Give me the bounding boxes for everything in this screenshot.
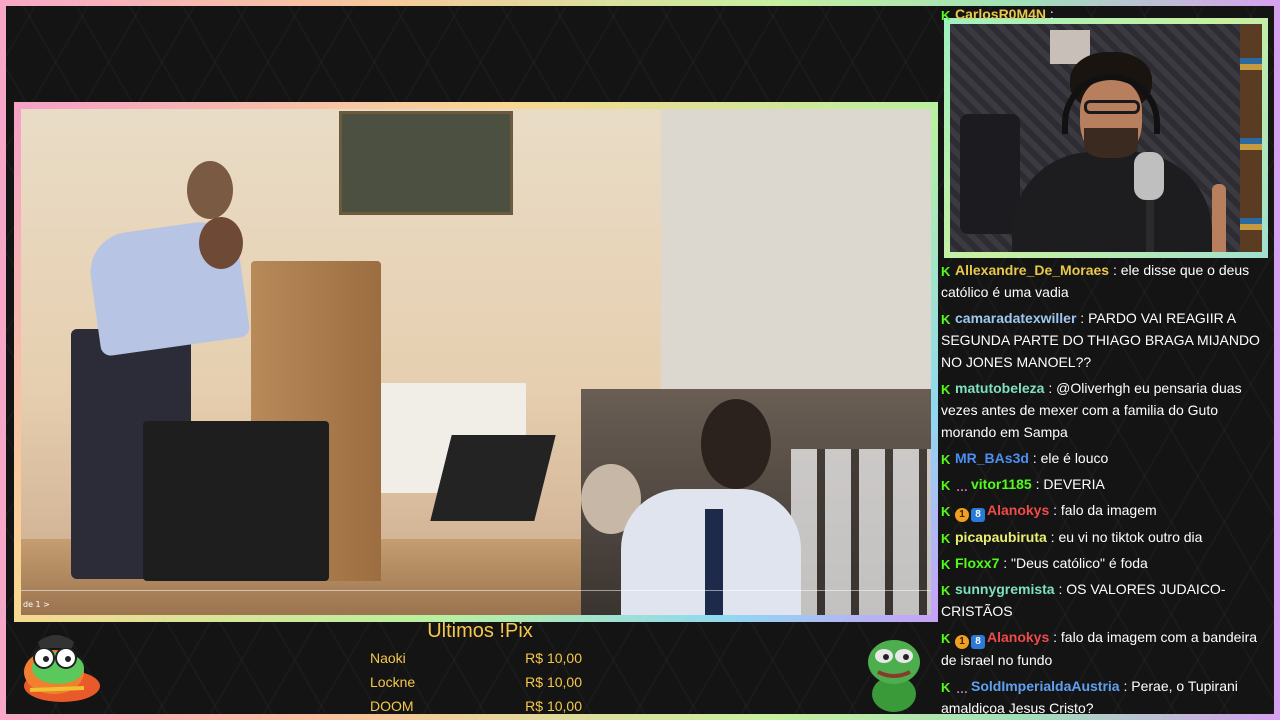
chat-username[interactable]: Alanokys xyxy=(987,629,1049,645)
video-person-hair xyxy=(701,399,771,489)
kick-badge-icon: K xyxy=(941,382,951,397)
chat-username[interactable]: SoldImperialdaAustria xyxy=(971,678,1120,694)
chat-message: Ksunnygremista : OS VALORES JUDAICO-CRIS… xyxy=(941,578,1273,622)
dots-badge-icon: … xyxy=(956,682,968,696)
video-speaker xyxy=(143,421,329,581)
dots-badge-icon: … xyxy=(956,480,968,494)
chat-username[interactable]: CarlosR0M4N xyxy=(955,6,1046,22)
kick-badge-icon: K xyxy=(941,312,951,327)
chat-username[interactable]: sunnygremista xyxy=(955,581,1055,597)
pix-donor: Lockne xyxy=(370,674,416,690)
chat-message: K Allexandre_De_Moraes : ele disse que o … xyxy=(941,259,1273,303)
webcam-feed xyxy=(950,24,1262,252)
video-player[interactable]: de 1 > xyxy=(21,109,931,615)
chat-username[interactable]: Floxx7 xyxy=(955,555,999,571)
pix-title: Ultimos !Pix xyxy=(427,620,533,642)
kick-badge-icon: K xyxy=(941,264,951,279)
kick-badge-icon: K xyxy=(941,8,951,23)
chat-message: K Floxx7 : "Deus católico" é foda xyxy=(941,552,1273,574)
pix-row: DOOM R$ 10,00 xyxy=(370,694,590,714)
pix-amount: R$ 10,00 xyxy=(525,674,582,690)
kick-badge-icon: K xyxy=(941,631,951,646)
video-person-tie xyxy=(705,509,723,615)
chat-message: Kcamaradatexwiller : PARDO VAI REAGIIR A… xyxy=(941,307,1273,373)
gifter-badge-icon: 1 xyxy=(955,635,969,649)
pepe-mascot-icon xyxy=(868,640,920,712)
chat-message: K MR_BAs3d : ele é louco xyxy=(941,447,1273,469)
chat-username[interactable]: Allexandre_De_Moraes xyxy=(955,262,1109,278)
webcam-frame xyxy=(944,18,1268,258)
video-page-indicator[interactable]: de 1 > xyxy=(23,600,50,609)
pix-amount: R$ 10,00 xyxy=(525,650,582,666)
chat-message: Kmatutobeleza : @Oliverhgh eu pensaria d… xyxy=(941,377,1273,443)
chat-text: : eu vi no tiktok outro dia xyxy=(1046,529,1203,545)
chat-message: Kpicapaubiruta : eu vi no tiktok outro d… xyxy=(941,526,1273,548)
kick-badge-icon: K xyxy=(941,583,951,598)
chat-text: : falo da imagem xyxy=(1049,502,1157,518)
chat-username[interactable]: MR_BAs3d xyxy=(955,450,1029,466)
chat-username[interactable]: matutobeleza xyxy=(955,380,1044,396)
chat-username[interactable]: camaradatexwiller xyxy=(955,310,1076,326)
video-frame: de 1 > xyxy=(14,102,938,622)
gift-badge-icon: 8 xyxy=(971,635,985,649)
pix-donor: DOOM xyxy=(370,698,414,714)
chat-separator: : xyxy=(1046,6,1054,22)
stream-layout: de 1 > K CarlosR0M4N : K Allexandre_De_Mor… xyxy=(6,6,1274,714)
pix-amount: R$ 10,00 xyxy=(525,698,582,714)
pix-row: Lockne R$ 10,00 xyxy=(370,670,590,694)
kick-badge-icon: K xyxy=(941,478,951,493)
chat-username[interactable]: picapaubiruta xyxy=(955,529,1047,545)
chat-username[interactable]: vitor1185 xyxy=(971,476,1032,492)
video-speaker-small xyxy=(430,435,556,521)
bookshelf xyxy=(1240,24,1262,252)
streamer-arm xyxy=(1212,184,1226,252)
video-wall xyxy=(661,109,931,399)
kick-badge-icon: K xyxy=(941,452,951,467)
chair xyxy=(960,114,1020,234)
pix-row: Naoki R$ 10,00 xyxy=(370,646,590,670)
microphone-icon xyxy=(1134,152,1164,200)
kick-badge-icon: K xyxy=(941,680,951,695)
chat-text: : "Deus católico" é foda xyxy=(999,555,1148,571)
chat-text: : ele é louco xyxy=(1028,450,1109,466)
chat-panel[interactable]: K Allexandre_De_Moraes : ele disse que o … xyxy=(941,259,1273,714)
chat-message: K … vitor1185 : DEVERIA xyxy=(941,473,1273,495)
kick-badge-icon: K xyxy=(941,531,951,546)
chat-message: K… SoldImperialdaAustria : Perae, o Tupir… xyxy=(941,675,1273,714)
kick-badge-icon: K xyxy=(941,557,951,572)
gifter-badge-icon: 1 xyxy=(955,508,969,522)
gift-badge-icon: 8 xyxy=(971,508,985,522)
kick-badge-icon: K xyxy=(941,504,951,519)
mic-arm xyxy=(1146,194,1154,252)
chat-text: : DEVERIA xyxy=(1031,476,1105,492)
chat-message: K 1 8 Alanokys : falo da imagem xyxy=(941,499,1273,522)
chat-message: K 1 8 Alanokys : falo da imagem com a bande… xyxy=(941,626,1273,671)
chat-username[interactable]: Alanokys xyxy=(987,502,1049,518)
video-person-head-back xyxy=(187,161,233,219)
chat-message-partial: K CarlosR0M4N : xyxy=(941,6,1054,25)
frog-mascot-icon xyxy=(24,635,100,702)
pix-panel: Ultimos !Pix Naoki R$ 10,00 Lockne R$ 10… xyxy=(370,620,590,714)
video-person-head xyxy=(199,217,243,269)
video-painting xyxy=(339,111,513,215)
video-progress-bar[interactable] xyxy=(21,590,931,591)
pix-donor: Naoki xyxy=(370,650,406,666)
